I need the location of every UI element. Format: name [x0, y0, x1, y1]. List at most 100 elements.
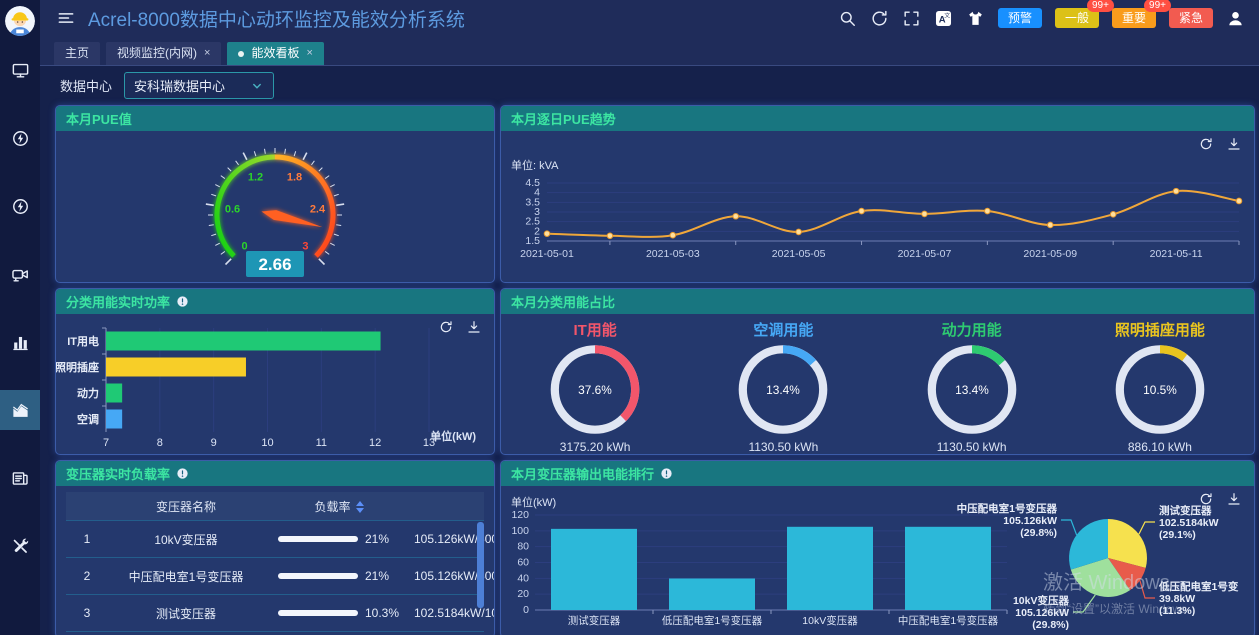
- row-index: 3: [66, 606, 108, 620]
- row-index: 2: [66, 569, 108, 583]
- svg-text:2021-05-07: 2021-05-07: [898, 248, 952, 260]
- table-row[interactable]: 110kV变压器21%105.126kW/500kVA: [66, 520, 484, 557]
- sidebar-item-camera-3[interactable]: [0, 240, 40, 308]
- alarm-button-2[interactable]: 重要99+: [1112, 8, 1156, 28]
- tab-2[interactable]: 能效看板×: [227, 42, 323, 65]
- svg-text:2021-05-01: 2021-05-01: [520, 248, 574, 260]
- svg-text:10kV变压器: 10kV变压器: [1013, 594, 1070, 607]
- sidebar-item-barchart-4[interactable]: [0, 308, 40, 376]
- svg-text:37.6%: 37.6%: [578, 383, 612, 397]
- svg-text:2021-05-11: 2021-05-11: [1150, 248, 1203, 260]
- table-row[interactable]: 3测试变压器10.3%102.5184kW/1000kVA: [66, 594, 484, 631]
- col-load-header[interactable]: 负载率: [264, 498, 414, 515]
- sidebar-item-monitor-0[interactable]: [0, 36, 40, 104]
- svg-text:102.5184kW: 102.5184kW: [1159, 517, 1219, 529]
- svg-text:39.8kW: 39.8kW: [1159, 593, 1195, 605]
- monitor-icon: [0, 50, 40, 90]
- active-tab-dot: [238, 51, 244, 57]
- load-rate-cell: 10.3%: [264, 606, 414, 620]
- load-bar: [278, 573, 358, 579]
- table-scrollbar[interactable]: [477, 522, 484, 608]
- svg-text:10: 10: [261, 437, 273, 449]
- panel-title: 变压器实时负载率: [66, 464, 170, 483]
- datacenter-label: 数据中心: [60, 76, 112, 95]
- svg-text:3: 3: [302, 240, 308, 252]
- dashboard-grid: 本月PUE值 00.61.21.82.432.66 本月逐日PUE趋势 单位: …: [40, 105, 1259, 635]
- user-icon[interactable]: [1226, 9, 1245, 28]
- header-actions: A文 预警一般99+ 重要99+ 紧急: [838, 8, 1245, 28]
- svg-text:10kV变压器: 10kV变压器: [802, 614, 858, 627]
- refresh-chart-icon[interactable]: [1198, 491, 1214, 507]
- svg-text:0.6: 0.6: [225, 203, 240, 215]
- table-row[interactable]: 2中压配电室1号变压器21%105.126kW/500kVA: [66, 557, 484, 594]
- donut-空调用能: 空调用能13.4%1130.50 kWh: [689, 314, 877, 454]
- load-bar: [278, 610, 358, 616]
- alarm-count-badge: 99+: [1087, 0, 1114, 12]
- refresh-icon[interactable]: [870, 9, 889, 28]
- tab-close-icon[interactable]: ×: [306, 42, 312, 65]
- donut-ring: 37.6%: [544, 342, 646, 437]
- alarm-button-1[interactable]: 一般99+: [1055, 8, 1099, 28]
- output-rank-pie-chart: 测试变压器102.5184kW(29.1%)低压配电室1号变39.8kW(11.…: [881, 486, 1254, 635]
- report-icon: [0, 458, 40, 498]
- svg-text:1.8: 1.8: [287, 172, 302, 184]
- panel-title: 分类用能实时功率: [66, 292, 170, 311]
- sidebar-item-energy-1[interactable]: [0, 104, 40, 172]
- tab-bar: 主页视频监控(内网)× 能效看板×: [40, 36, 1259, 66]
- main-area: Acrel-8000数据中心动环监控及能效分析系统 A文预警一般99+重要99+…: [40, 0, 1259, 635]
- search-icon[interactable]: [838, 9, 857, 28]
- svg-text:8: 8: [157, 437, 163, 449]
- sidebar-item-tools-7[interactable]: [0, 512, 40, 580]
- svg-text:0: 0: [242, 240, 248, 252]
- panel-class-share: 本月分类用能占比 IT用能37.6%3175.20 kWh空调用能13.4%11…: [500, 288, 1255, 455]
- donut-动力用能: 动力用能13.4%1130.50 kWh: [878, 314, 1066, 454]
- theme-shirt-icon[interactable]: [966, 9, 985, 28]
- energy-dashboard-icon: [0, 390, 40, 430]
- user-avatar[interactable]: [5, 6, 35, 36]
- alarm-button-3[interactable]: 紧急: [1169, 8, 1213, 28]
- info-icon[interactable]: [660, 467, 673, 480]
- class-power-bar-chart: 78910111213IT用电照明插座动力空调单位(kW): [56, 314, 494, 454]
- svg-text:低压配电室1号变压器: 低压配电室1号变压器: [662, 614, 763, 627]
- transformer-name: 测试变压器: [108, 605, 264, 622]
- donut-title: 照明插座用能: [1115, 319, 1205, 340]
- download-chart-icon[interactable]: [1226, 491, 1242, 507]
- menu-toggle-icon[interactable]: [56, 8, 76, 28]
- donut-title: 动力用能: [942, 319, 1002, 340]
- donut-ring: 13.4%: [732, 342, 834, 437]
- sidebar: [0, 0, 40, 635]
- svg-text:IT用电: IT用电: [67, 334, 99, 348]
- svg-text:40: 40: [517, 572, 529, 584]
- panel-output-rank: 本月变压器输出电能排行 单位(kW) 020406080100120测试变压器低…: [500, 460, 1255, 635]
- tab-1[interactable]: 视频监控(内网)×: [106, 42, 221, 65]
- info-icon[interactable]: [176, 467, 189, 480]
- tab-0[interactable]: 主页: [54, 42, 100, 65]
- alarm-button-0[interactable]: 预警: [998, 8, 1042, 28]
- svg-text:单位(kW): 单位(kW): [430, 429, 476, 443]
- svg-text:2021-05-03: 2021-05-03: [646, 248, 700, 260]
- table-header: 变压器名称 负载率: [66, 492, 484, 520]
- datacenter-select[interactable]: 安科瑞数据中心: [124, 72, 274, 99]
- donut-value: 3175.20 kWh: [560, 440, 631, 454]
- panel-title: 本月变压器输出电能排行: [511, 464, 654, 483]
- panel-title: 本月PUE值: [66, 109, 132, 128]
- sidebar-item-areachart-5[interactable]: [0, 376, 40, 444]
- language-icon[interactable]: A文: [934, 9, 953, 28]
- svg-text:60: 60: [517, 557, 529, 569]
- tab-close-icon[interactable]: ×: [204, 42, 210, 65]
- svg-text:2021-05-05: 2021-05-05: [772, 248, 826, 260]
- svg-text:105.126kW: 105.126kW: [1003, 515, 1057, 527]
- top-header: Acrel-8000数据中心动环监控及能效分析系统 A文预警一般99+重要99+…: [40, 0, 1259, 36]
- info-icon[interactable]: [176, 295, 189, 308]
- sidebar-item-energy-2[interactable]: [0, 172, 40, 240]
- refresh-chart-icon[interactable]: [438, 319, 454, 335]
- download-chart-icon[interactable]: [466, 319, 482, 335]
- fullscreen-icon[interactable]: [902, 9, 921, 28]
- bar-chart-icon: [0, 322, 40, 362]
- refresh-chart-icon[interactable]: [1198, 136, 1214, 152]
- donut-ring: 13.4%: [921, 342, 1023, 437]
- download-chart-icon[interactable]: [1226, 136, 1242, 152]
- sidebar-item-news-6[interactable]: [0, 444, 40, 512]
- panel-pue-gauge: 本月PUE值 00.61.21.82.432.66: [55, 105, 495, 283]
- table-row[interactable]: 4低压配电室1号变压器8%39.8kW/500kVA: [66, 631, 484, 635]
